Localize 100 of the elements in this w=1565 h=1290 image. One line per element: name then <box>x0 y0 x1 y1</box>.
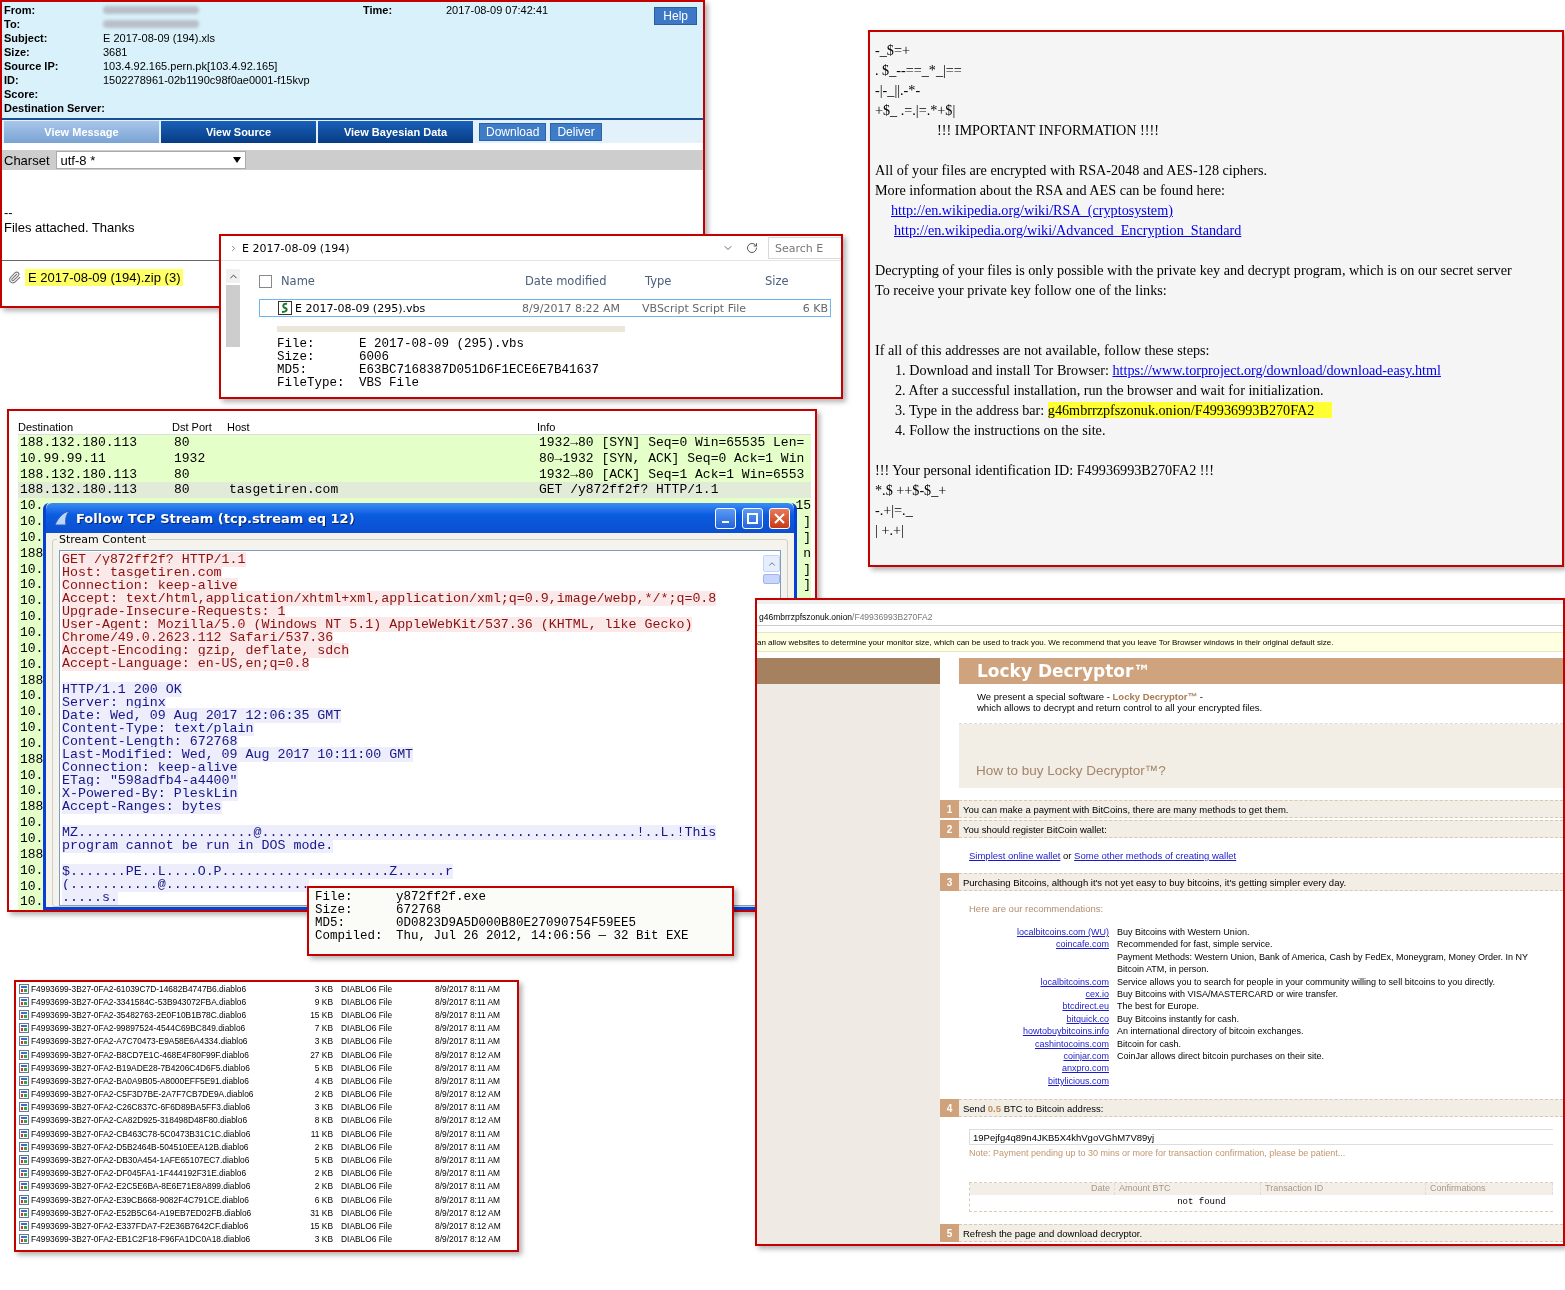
column-header: Confirmations <box>1426 1183 1553 1196</box>
exchange-link[interactable]: coincafe.com <box>1055 938 1109 976</box>
column-header[interactable]: Name <box>279 274 523 288</box>
help-button[interactable]: Help <box>654 7 697 25</box>
refresh-icon[interactable] <box>746 242 758 254</box>
info-label: File: <box>315 891 354 904</box>
link[interactable]: Simplest online wallet <box>969 850 1061 861</box>
step-text: 3. Type in the address bar: g46mbrrzpfszonuk.onion/F49936993B270FA2 <box>895 402 1333 418</box>
date-cell-text: 8/9/2017 8:12 AM <box>435 1207 502 1218</box>
table-cell-text: 10. <box>19 767 44 784</box>
exchange-link[interactable]: anxpro.com <box>1061 1062 1109 1075</box>
type-cell-text: DIABLO6 File <box>341 996 394 1007</box>
exchange-description: The best for Europe. <box>1117 1000 1201 1013</box>
type-cell-text: DIABLO6 File <box>341 1141 394 1152</box>
attachment-link[interactable]: E 2017-08-09 (194).zip (3) <box>25 269 184 286</box>
file-icon <box>19 1089 29 1100</box>
link[interactable]: Some other methods of creating wallet <box>1074 850 1237 861</box>
column-header[interactable]: Destination <box>18 421 172 434</box>
type-cell-text: DIABLO6 File <box>341 1207 394 1218</box>
action-button[interactable]: Deliver <box>550 122 602 141</box>
window-title: Follow TCP Stream (tcp.stream eq 12) <box>76 510 355 526</box>
column-header: Amount BTC <box>1115 1183 1261 1196</box>
column-header[interactable]: Dst Port <box>172 421 227 434</box>
field-label: Time: <box>363 3 394 17</box>
link[interactable]: http://en.wikipedia.org/wiki/Advanced_Encryption_Standard <box>894 222 1242 238</box>
exchange-link[interactable]: bittylicious.com <box>1047 1074 1109 1088</box>
scrollbar-thumb[interactable] <box>763 574 780 584</box>
chevron-icon <box>229 243 238 253</box>
exchange-description: An international directory of bitcoin exchanges. <box>1117 1025 1305 1038</box>
step-number: 1 <box>940 800 959 818</box>
close-icon <box>774 512 785 524</box>
link[interactable]: http://en.wikipedia.org/wiki/RSA_(cryptosystem) <box>891 202 1173 218</box>
file-icon <box>19 1115 29 1126</box>
date-cell-text: 8/9/2017 8:11 AM <box>435 1128 502 1139</box>
charset-select[interactable]: utf-8 * <box>55 151 246 169</box>
packet-row[interactable]: 188.132.180.113 80 tasgetiren.com GET /y872ff2f? HTTP/1.1 <box>18 482 811 499</box>
field-label: Subject: <box>4 31 49 45</box>
table-cell-text: 188 <box>19 545 44 562</box>
exchange-link[interactable]: cex.io <box>1085 988 1109 1001</box>
action-button[interactable]: Download <box>479 122 547 141</box>
date-cell-text: 8/9/2017 8:11 AM <box>435 1023 502 1034</box>
minimize-button[interactable] <box>715 507 736 529</box>
size-cell-text: 31 KB <box>309 1207 334 1218</box>
field-value: 3681 <box>103 45 129 59</box>
exchange-link[interactable]: coinjar.com <box>1063 1050 1109 1063</box>
exchange-link[interactable]: localbitcoins.com <box>1040 975 1109 989</box>
column-header[interactable]: Date modified <box>523 274 643 288</box>
table-cell-text: 10. <box>19 704 44 721</box>
table-cell-text: 1932→80 [SYN] Seq=0 Win=65535 Len= <box>538 434 805 451</box>
bitcoin-address-field[interactable]: 19Pejfg4q89n4JKB5X4khVgoVGhM7V89yj <box>969 1129 1553 1146</box>
type-cell-text: DIABLO6 File <box>341 1220 394 1231</box>
address-bar[interactable]: g46mbrrzpfszonuk.onion/F49936993B270FA2 <box>757 600 1563 626</box>
scrollbar-thumb[interactable] <box>226 285 240 347</box>
tab[interactable]: View Source <box>161 120 316 143</box>
exchange-link[interactable]: btcdirect.eu <box>1062 1000 1109 1013</box>
column-header[interactable]: Host <box>227 421 537 434</box>
file-name: F4993699-3B27-0FA2-E337FDA7-F2E36B7642CF.diablo6 <box>31 1220 250 1231</box>
type-cell-text: DIABLO6 File <box>341 1234 394 1245</box>
note-text: Decrypting of your files is only possible with the private key and decrypt program, which is on our secret server <box>875 262 1512 278</box>
column-header[interactable]: Size <box>763 274 833 288</box>
scroll-up-button[interactable] <box>226 269 240 283</box>
breadcrumb[interactable]: E 2017-08-09 (194) <box>242 241 350 255</box>
close-button[interactable] <box>769 507 790 529</box>
link[interactable]: https://www.torproject.org/download/download-easy.html <box>1112 362 1441 378</box>
exchange-link[interactable]: cashintocoins.com <box>1034 1037 1109 1051</box>
file-icon <box>19 1075 29 1086</box>
file-icon <box>19 983 29 994</box>
type-cell-text: DIABLO6 File <box>341 1194 394 1205</box>
file-name: F4993699-3B27-0FA2-A7C70473-E9A58E6A4334.diablo6 <box>31 1036 249 1047</box>
select-all-checkbox[interactable] <box>259 274 272 288</box>
type-cell-text: DIABLO6 File <box>341 1181 394 1192</box>
exchange-description: Recommended for fast, simple service. <box>1117 938 1274 951</box>
search-field[interactable]: Search E <box>768 237 841 259</box>
tab[interactable]: View Bayesian Data <box>318 120 473 143</box>
file-icon <box>19 1168 29 1179</box>
type-cell-text: DIABLO6 File <box>341 1009 394 1020</box>
type-cell-text: DIABLO6 File <box>341 1168 394 1179</box>
column-header: Date <box>970 1183 1115 1196</box>
date-cell-text: 8/9/2017 8:11 AM <box>435 1062 502 1073</box>
exchange-link[interactable]: bitquick.co <box>1066 1012 1109 1026</box>
file-row[interactable]: E 2017-08-09 (295).vbs 8/9/2017 8:22 AM VBScript Script File 6 KB <box>259 299 831 317</box>
type-cell-text: DIABLO6 File <box>341 983 394 994</box>
type-cell-text: DIABLO6 File <box>341 1089 394 1100</box>
column-header[interactable]: Info <box>537 421 811 434</box>
exchange-link[interactable]: localbitcoins.com (WU) <box>1016 926 1109 939</box>
table-cell-text: 80 <box>173 434 190 451</box>
exchange-description: Payment Methods: Western Union, Bank of America, Cash by FedEx, Moneygram, Money Order. In NY <box>1117 950 1529 964</box>
payment-note: Note: Payment pending up to 30 mins or more for transaction confirmation, please be patient... <box>969 1148 1347 1159</box>
date-cell-text: 8/9/2017 8:12 AM <box>435 1220 502 1231</box>
table-cell-text: 188 <box>19 751 44 768</box>
exchange-link[interactable]: howtobuybitcoins.info <box>1022 1025 1109 1038</box>
column-header[interactable]: Type <box>643 274 763 288</box>
file-name: F4993699-3B27-0FA2-C26C837C-6F6D89BA5FF3.diablo6 <box>31 1102 251 1113</box>
message-text: -- <box>4 205 14 220</box>
file-name: F4993699-3B27-0FA2-61039C7D-14682B4747B6.diablo6 <box>31 983 248 994</box>
maximize-button[interactable] <box>742 507 763 529</box>
step-text: 4. Follow the instructions on the site. <box>895 422 1106 438</box>
file-name: F4993699-3B27-0FA2-C5F3D7BE-2A7F7CB7DE9A.diablo6 <box>31 1089 251 1100</box>
type-cell-text: DIABLO6 File <box>341 1062 394 1073</box>
type-cell-text: VBScript Script File <box>642 301 748 315</box>
